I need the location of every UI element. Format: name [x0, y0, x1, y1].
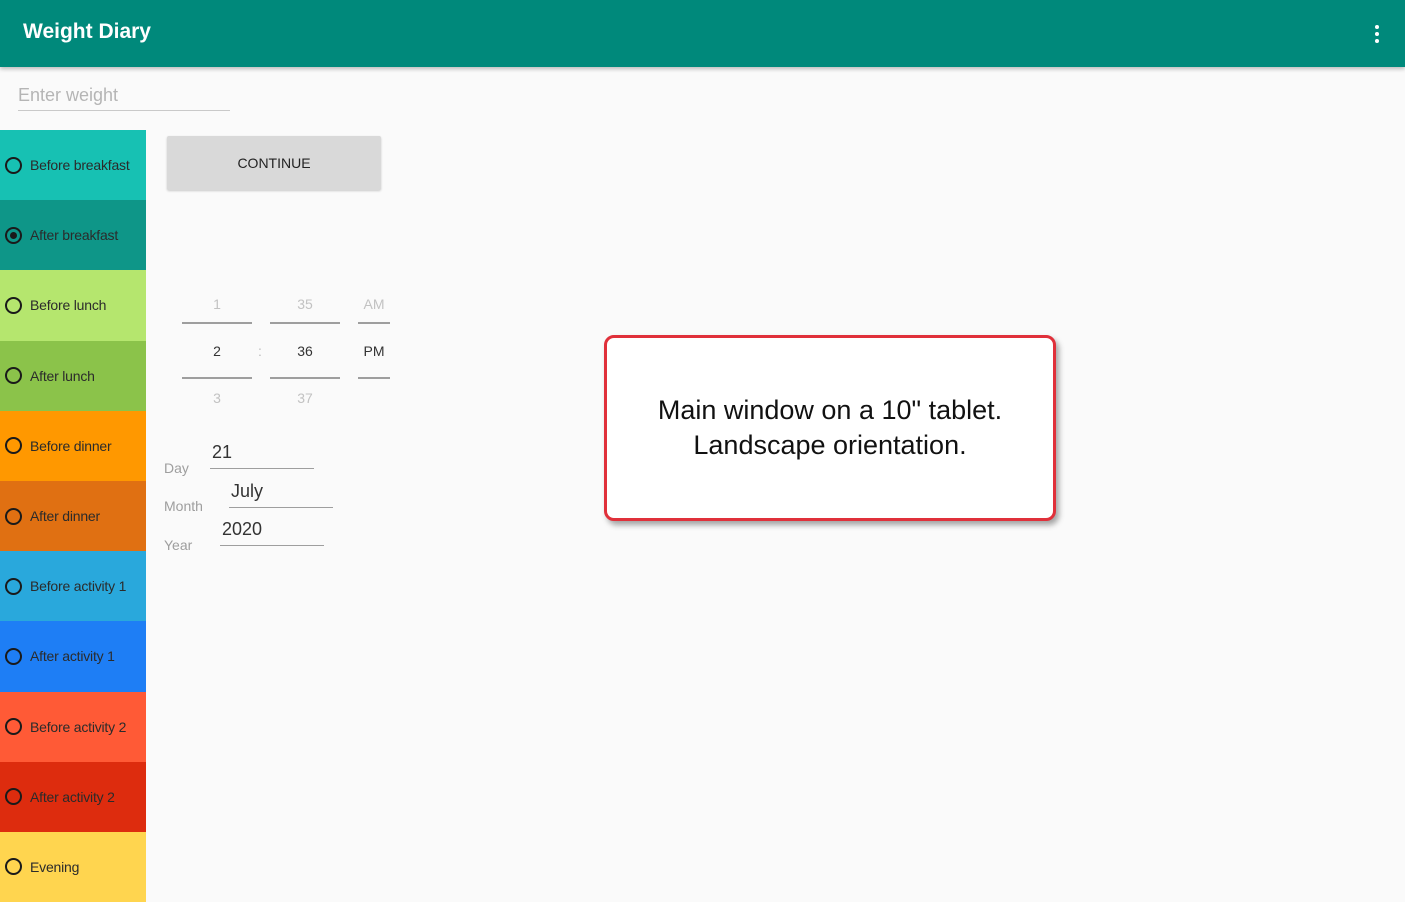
radio-unchecked-icon[interactable]	[5, 437, 22, 455]
month-label: Month	[164, 498, 203, 514]
callout-line-2: Landscape orientation.	[693, 430, 967, 460]
radio-checked-icon[interactable]	[5, 226, 22, 244]
weight-input[interactable]	[18, 80, 230, 111]
period-option[interactable]: Evening	[0, 831, 146, 902]
radio-unchecked-icon[interactable]	[5, 296, 22, 314]
period-option[interactable]: After activity 1	[0, 621, 146, 692]
ampm-divider-bottom	[358, 377, 390, 379]
hour-divider-top	[182, 322, 252, 324]
period-option-label: Before lunch	[30, 297, 107, 314]
period-option[interactable]: Before lunch	[0, 270, 146, 341]
radio-unchecked-icon[interactable]	[5, 577, 22, 595]
year-field[interactable]: 2020	[220, 517, 324, 546]
month-field[interactable]: July	[229, 479, 333, 508]
callout-line-1: Main window on a 10" tablet.	[657, 395, 1003, 425]
hour-divider-bottom	[182, 377, 252, 379]
time-separator: :	[258, 343, 262, 359]
period-option-label: Evening	[30, 858, 80, 875]
year-label: Year	[164, 537, 193, 553]
minute-divider-bottom	[270, 377, 340, 379]
radio-unchecked-icon[interactable]	[5, 718, 22, 736]
minute-next[interactable]: 37	[270, 390, 340, 406]
ampm-selected[interactable]: PM	[358, 343, 390, 359]
period-option-label: Before activity 1	[30, 578, 127, 595]
more-vert-icon[interactable]	[1367, 20, 1387, 48]
radio-unchecked-icon[interactable]	[5, 788, 22, 806]
period-option-label: After activity 2	[30, 788, 115, 805]
period-option[interactable]: After breakfast	[0, 200, 146, 271]
period-option[interactable]: Before activity 1	[0, 551, 146, 622]
radio-unchecked-icon[interactable]	[5, 647, 22, 665]
ampm-prev[interactable]: AM	[358, 296, 390, 312]
app-title: Weight Diary	[23, 20, 151, 43]
continue-button[interactable]: CONTINUE	[167, 136, 381, 190]
period-option-label: After lunch	[30, 367, 95, 384]
period-option-label: Before dinner	[30, 437, 112, 454]
app-bar: Weight Diary	[0, 0, 1405, 67]
period-option[interactable]: Before breakfast	[0, 130, 146, 201]
minute-selected[interactable]: 36	[270, 343, 340, 359]
minute-divider-top	[270, 322, 340, 324]
period-option[interactable]: Before dinner	[0, 410, 146, 481]
radio-unchecked-icon[interactable]	[5, 367, 22, 385]
period-option-label: After breakfast	[30, 227, 119, 244]
period-radio-group: Before breakfast After breakfast Before lu…	[0, 130, 146, 902]
period-option-label: Before breakfast	[30, 157, 130, 174]
radio-unchecked-icon[interactable]	[5, 507, 22, 525]
annotation-callout: Main window on a 10" tablet. Landscape o…	[604, 335, 1056, 521]
period-option[interactable]: After dinner	[0, 480, 146, 552]
period-option[interactable]: Before activity 2	[0, 691, 146, 762]
minute-prev[interactable]: 35	[270, 296, 340, 312]
ampm-divider-top	[358, 322, 390, 324]
period-option-label: After dinner	[30, 508, 100, 525]
hour-prev[interactable]: 1	[182, 296, 252, 312]
period-option-label: Before activity 2	[30, 718, 127, 735]
day-field[interactable]: 21	[210, 440, 314, 469]
radio-unchecked-icon[interactable]	[5, 858, 22, 876]
radio-unchecked-icon[interactable]	[5, 156, 22, 174]
period-option[interactable]: After lunch	[0, 340, 146, 411]
hour-selected[interactable]: 2	[182, 343, 252, 359]
period-option[interactable]: After activity 2	[0, 761, 146, 832]
period-option-label: After activity 1	[30, 648, 115, 665]
hour-next[interactable]: 3	[182, 390, 252, 406]
day-label: Day	[164, 460, 189, 476]
